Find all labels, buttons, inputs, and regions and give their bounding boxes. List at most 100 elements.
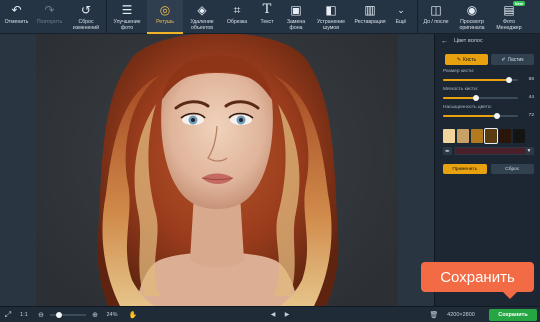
enhance-photo-label: Улучшение фото — [113, 19, 141, 31]
save-button[interactable]: Сохранить — [489, 309, 537, 321]
brush-softness-control: Мягкость кисти: 44 — [443, 87, 534, 101]
hair-color-swatches — [443, 128, 534, 144]
photo-manager-button[interactable]: New ▤ Фото Менеджер — [490, 0, 528, 34]
retouch-icon: ◎ — [159, 3, 171, 17]
photo-manager-label: Фото Менеджер — [496, 19, 522, 31]
brush-tab-label: Кисть — [463, 56, 477, 63]
remove-objects-label: Удаление объектов — [190, 19, 214, 31]
background-icon: ▣ — [290, 3, 302, 17]
redo-icon: ↷ — [44, 3, 55, 17]
color-picker-dropdown[interactable]: ▼ — [455, 147, 534, 155]
color-swatch[interactable] — [443, 129, 455, 143]
remove-objects-button[interactable]: ◈ Удаление объектов — [183, 0, 221, 34]
brush-softness-slider[interactable] — [443, 94, 518, 101]
before-after-label: До / после — [423, 19, 449, 25]
denoise-label: Устранение шумов — [316, 19, 346, 31]
view-original-button[interactable]: ◉ Просмотр оригинала — [454, 0, 490, 34]
text-button[interactable]: T Текст — [253, 0, 281, 34]
eraser-tab[interactable]: ✐ Ластик — [491, 54, 534, 65]
retouch-button[interactable]: ◎ Ретушь — [147, 0, 183, 34]
restoration-label: Реставрация — [354, 19, 386, 25]
brush-softness-label: Мягкость кисти: — [443, 87, 478, 92]
reset-changes-label: Сброс изменений — [72, 19, 100, 31]
apply-button[interactable]: Применить — [443, 164, 487, 174]
crop-label: Обрезка — [226, 19, 248, 25]
retouch-label: Ретушь — [156, 19, 174, 25]
undo-button[interactable]: ↶ Отменить — [0, 0, 33, 34]
crop-icon: ⌗ — [233, 3, 241, 17]
color-swatch[interactable] — [457, 129, 469, 143]
more-button[interactable]: ⌄ Ещё — [389, 0, 413, 34]
color-saturation-value[interactable]: 72 — [518, 113, 534, 118]
before-after-button[interactable]: ◫ До / после — [418, 0, 454, 34]
brush-softness-fill — [443, 96, 476, 99]
hand-tool-icon[interactable]: ✋ — [126, 311, 140, 319]
custom-color-row: ✒ ▼ — [443, 147, 534, 155]
crop-button[interactable]: ⌗ Обрезка — [221, 0, 253, 34]
save-tooltip: Сохранить — [421, 262, 534, 299]
zoom-out-icon[interactable]: ⊖ — [36, 311, 46, 319]
panel-actions: Применить Сброс — [443, 164, 534, 174]
brush-size-value[interactable]: 88 — [518, 77, 534, 82]
reset-icon: ↺ — [80, 3, 92, 17]
zoom-knob[interactable] — [55, 311, 62, 318]
brush-size-label: Размер кисти: — [443, 69, 475, 74]
color-saturation-knob[interactable] — [494, 112, 500, 119]
color-swatch[interactable] — [513, 129, 525, 143]
undo-icon: ↶ — [11, 3, 22, 17]
new-badge: New — [512, 1, 525, 6]
main-toolbar: ↶ Отменить ↷ Повторить ↺ Сброс изменений… — [0, 0, 540, 34]
color-swatch[interactable] — [471, 129, 483, 143]
restoration-button[interactable]: ▥ Реставрация — [351, 0, 389, 34]
portrait-illustration — [97, 34, 339, 306]
brush-size-fill — [443, 78, 509, 81]
compare-icon: ◫ — [430, 3, 442, 17]
brush-size-control: Размер кисти: 88 — [443, 69, 534, 83]
eraser-tab-label: Ластик — [507, 56, 524, 63]
next-image-icon[interactable]: ▶ — [282, 311, 292, 318]
brush-eraser-tabs: ✎ Кисть ✐ Ластик — [445, 54, 534, 65]
portrait-photo[interactable] — [36, 34, 398, 306]
color-swatch[interactable] — [499, 129, 511, 143]
brush-icon: ✎ — [456, 56, 462, 63]
eye-icon: ◉ — [466, 3, 478, 17]
eraser-icon: ◈ — [197, 3, 207, 17]
enhance-photo-button[interactable]: ☰ Улучшение фото — [107, 0, 147, 34]
redo-button[interactable]: ↷ Повторить — [33, 0, 66, 34]
redo-label: Повторить — [36, 19, 63, 25]
brush-size-knob[interactable] — [506, 76, 512, 83]
chevron-down-icon: ⌄ — [397, 5, 405, 15]
brush-tab[interactable]: ✎ Кисть — [445, 54, 488, 65]
undo-label: Отменить — [4, 19, 29, 25]
replace-background-label: Замена фона — [286, 19, 306, 31]
text-icon: T — [262, 2, 272, 17]
more-label: Ещё — [395, 19, 407, 25]
fit-screen-icon[interactable]: ⤢ — [0, 310, 16, 320]
zoom-slider[interactable] — [50, 311, 86, 318]
zoom-level: 24% — [106, 311, 118, 318]
denoise-icon: ◧ — [325, 3, 337, 17]
reset-changes-button[interactable]: ↺ Сброс изменений — [66, 0, 106, 34]
reset-button[interactable]: Сброс — [490, 164, 534, 174]
actual-size-button[interactable]: 1:1 — [16, 312, 32, 318]
panel-title: Цвет волос — [454, 38, 483, 44]
previous-image-icon[interactable]: ◀ — [268, 311, 278, 318]
brush-size-slider[interactable] — [443, 76, 518, 83]
bottom-status-bar: ⤢ 1:1 ⊖ ⊕ 24% ✋ ◀ ▶ 🗑 4200×2800 Сохранит… — [0, 306, 540, 322]
trash-icon[interactable]: 🗑 — [429, 311, 439, 319]
view-original-label: Просмотр оригинала — [459, 19, 485, 31]
brush-softness-knob[interactable] — [473, 94, 479, 101]
replace-background-button[interactable]: ▣ Замена фона — [281, 0, 311, 34]
color-saturation-control: Насыщенность цвета: 72 — [443, 105, 534, 119]
sliders-icon: ☰ — [121, 3, 133, 17]
image-canvas[interactable] — [0, 34, 434, 306]
color-saturation-fill — [443, 114, 497, 117]
text-label: Текст — [260, 19, 274, 25]
color-swatch[interactable] — [484, 128, 498, 144]
zoom-in-icon[interactable]: ⊕ — [90, 311, 100, 319]
eyedropper-icon[interactable]: ✒ — [443, 147, 452, 155]
denoise-button[interactable]: ◧ Устранение шумов — [311, 0, 351, 34]
color-saturation-slider[interactable] — [443, 112, 518, 119]
back-arrow-icon[interactable]: ← — [441, 38, 448, 45]
brush-softness-value[interactable]: 44 — [518, 95, 534, 100]
